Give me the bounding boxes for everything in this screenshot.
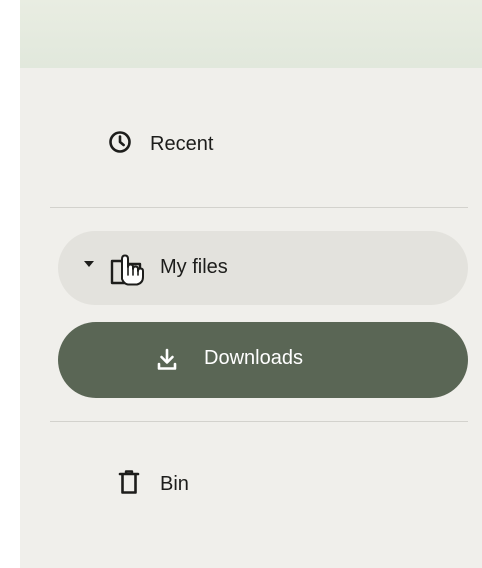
divider xyxy=(50,421,468,422)
trash-icon xyxy=(118,469,140,500)
nav-item-my-files[interactable]: My files xyxy=(58,231,468,305)
top-header-strip xyxy=(20,0,482,68)
nav-item-bin[interactable]: Bin xyxy=(118,466,189,502)
nav-label-bin: Bin xyxy=(160,472,189,495)
nav-item-downloads[interactable]: Downloads xyxy=(58,322,468,398)
expand-caret-icon[interactable] xyxy=(84,261,94,267)
nav-label-my-files: My files xyxy=(160,256,228,278)
file-navigation-panel: Recent My files Downloads Bin xyxy=(20,0,482,568)
divider xyxy=(50,207,468,208)
nav-item-recent[interactable]: Recent xyxy=(108,126,213,162)
download-icon xyxy=(156,348,178,377)
hand-pointer-icon xyxy=(108,249,150,292)
nav-label-downloads: Downloads xyxy=(204,347,303,369)
nav-label-recent: Recent xyxy=(150,132,214,155)
clock-icon xyxy=(108,130,132,159)
